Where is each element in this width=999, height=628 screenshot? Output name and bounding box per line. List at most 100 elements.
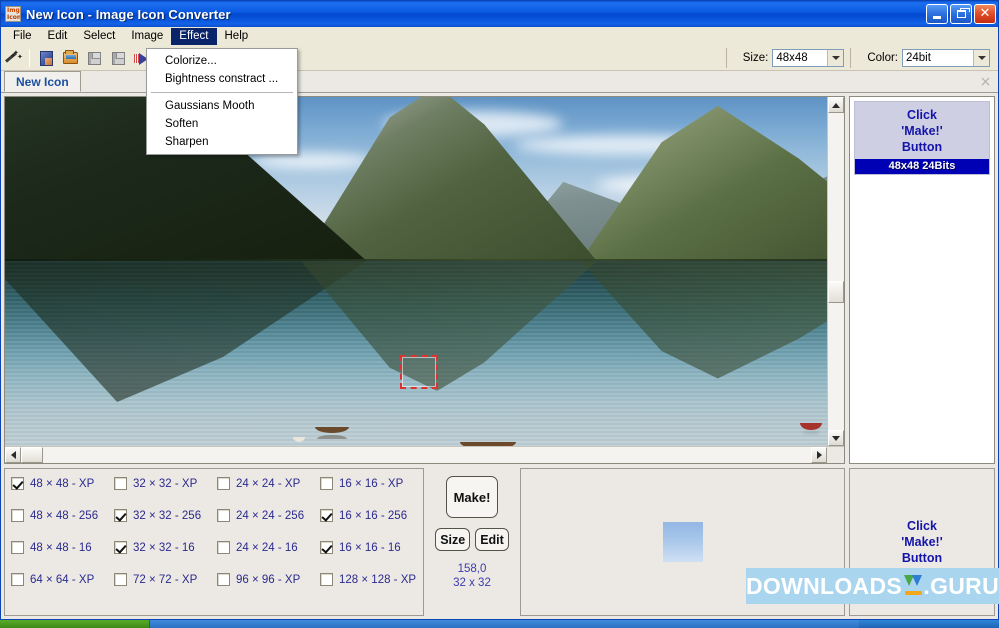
checkbox-box[interactable] — [320, 541, 333, 554]
checkbox-16x16-16[interactable]: 16 × 16 - 16 — [320, 541, 423, 554]
checkbox-label: 48 × 48 - XP — [30, 477, 95, 490]
close-button[interactable]: ✕ — [974, 4, 996, 24]
checkbox-box[interactable] — [320, 509, 333, 522]
menu-help[interactable]: Help — [217, 28, 257, 45]
image-canvas-frame — [4, 96, 845, 464]
selection-marquee[interactable] — [400, 355, 438, 389]
size-select[interactable]: 48x48 — [772, 49, 845, 67]
menu-item-colorize[interactable]: Colorize... — [147, 52, 297, 70]
checkbox-box[interactable] — [217, 573, 230, 586]
color-select[interactable]: 24bit — [902, 49, 990, 67]
checkbox-label: 96 × 96 - XP — [236, 573, 301, 586]
menu-edit[interactable]: Edit — [40, 28, 76, 45]
checkbox-box[interactable] — [11, 541, 24, 554]
close-icon[interactable]: × — [977, 73, 994, 90]
checkbox-24x24-xp[interactable]: 24 × 24 - XP — [217, 477, 320, 490]
checkbox-label: 24 × 24 - 16 — [236, 541, 298, 554]
canvas-horizontal-scrollbar[interactable] — [5, 446, 844, 463]
checkbox-72x72-xp[interactable]: 72 × 72 - XP — [114, 573, 217, 586]
watermark-overlay: DOWNLOADS .GURU — [746, 568, 999, 604]
image-canvas[interactable] — [5, 97, 827, 446]
scroll-down-button[interactable] — [828, 430, 844, 446]
checkbox-box[interactable] — [217, 541, 230, 554]
checkbox-48x48-256[interactable]: 48 × 48 - 256 — [11, 509, 114, 522]
checkbox-box[interactable] — [217, 509, 230, 522]
checkbox-box[interactable] — [114, 509, 127, 522]
open-folder-icon[interactable] — [59, 48, 81, 69]
checkbox-48x48-xp[interactable]: 48 × 48 - XP — [11, 477, 114, 490]
tab-new-icon[interactable]: New Icon — [4, 71, 81, 92]
menu-effect[interactable]: Effect — [171, 27, 217, 45]
minimize-button[interactable] — [926, 4, 948, 24]
scroll-track-vertical[interactable] — [828, 113, 844, 430]
scroll-thumb-horizontal[interactable] — [21, 447, 43, 463]
effect-dropdown-menu: Colorize... Bightness constract ... Gaus… — [146, 48, 298, 155]
menu-item-brightness-contrast[interactable]: Bightness constract ... — [147, 70, 297, 88]
maximize-restore-button[interactable] — [950, 4, 972, 24]
icon-size-checkbox-grid: 48 × 48 - XP 32 × 32 - XP 24 × 24 - XP 1… — [11, 477, 423, 586]
menu-select[interactable]: Select — [75, 28, 123, 45]
checkbox-48x48-16[interactable]: 48 × 48 - 16 — [11, 541, 114, 554]
hint-line-3: Button — [901, 551, 943, 565]
scroll-thumb-vertical[interactable] — [828, 281, 844, 303]
chevron-down-icon[interactable] — [827, 50, 844, 66]
edit-button[interactable]: Edit — [475, 528, 509, 551]
make-stats: 158,0 32 x 32 — [453, 562, 491, 590]
menu-item-sharpen[interactable]: Sharpen — [147, 133, 297, 151]
scroll-track-horizontal[interactable] — [21, 447, 811, 463]
menu-bar: File Edit Select Image Effect Help — [1, 27, 998, 46]
checkbox-box[interactable] — [11, 477, 24, 490]
title-bar: Img Icon New Icon - Image Icon Converter … — [1, 1, 998, 27]
workspace: 48 × 48 - XP 32 × 32 - XP 24 × 24 - XP 1… — [1, 93, 998, 619]
size-label: Size: — [742, 52, 769, 64]
checkbox-box[interactable] — [114, 477, 127, 490]
magic-wand-icon[interactable]: ✦ ✦ ✦ — [2, 48, 24, 69]
start-button[interactable] — [0, 620, 150, 628]
save-icon[interactable] — [83, 48, 105, 69]
checkbox-64x64-xp[interactable]: 64 × 64 - XP — [11, 573, 114, 586]
scroll-right-button[interactable] — [811, 447, 827, 463]
checkbox-label: 16 × 16 - 256 — [339, 509, 408, 522]
checkbox-label: 48 × 48 - 256 — [30, 509, 99, 522]
checkbox-96x96-xp[interactable]: 96 × 96 - XP — [217, 573, 320, 586]
make-button[interactable]: Make! — [446, 476, 498, 518]
checkbox-16x16-xp[interactable]: 16 × 16 - XP — [320, 477, 423, 490]
checkbox-box[interactable] — [320, 573, 333, 586]
menu-item-gaussian-smooth[interactable]: Gaussians Mooth — [147, 97, 297, 115]
watermark-text-after: .GURU — [923, 572, 999, 599]
window-title: New Icon - Image Icon Converter — [26, 6, 231, 22]
size-value: 48x48 — [776, 52, 808, 64]
checkbox-box[interactable] — [114, 541, 127, 554]
icon-list-item[interactable]: Click 'Make!' Button 48x48 24Bits — [854, 101, 990, 175]
checkbox-box[interactable] — [11, 509, 24, 522]
scrollbar-corner — [827, 447, 844, 463]
checkbox-box[interactable] — [114, 573, 127, 586]
hint-line-2: 'Make!' — [901, 124, 943, 138]
menu-image[interactable]: Image — [123, 28, 171, 45]
menu-item-soften[interactable]: Soften — [147, 115, 297, 133]
application-window: Img Icon New Icon - Image Icon Converter … — [0, 0, 999, 620]
checkbox-32x32-xp[interactable]: 32 × 32 - XP — [114, 477, 217, 490]
checkbox-label: 128 × 128 - XP — [339, 573, 417, 586]
right-column: Click 'Make!' Button 48x48 24Bits Click … — [849, 96, 995, 616]
system-tray[interactable] — [859, 620, 999, 628]
checkbox-box[interactable] — [11, 573, 24, 586]
scroll-left-button[interactable] — [5, 447, 21, 463]
checkbox-24x24-256[interactable]: 24 × 24 - 256 — [217, 509, 320, 522]
checkbox-32x32-16[interactable]: 32 × 32 - 16 — [114, 541, 217, 554]
checkbox-box[interactable] — [320, 477, 333, 490]
scroll-up-button[interactable] — [828, 97, 844, 113]
save-as-icon[interactable] — [107, 48, 129, 69]
checkbox-128x128-xp[interactable]: 128 × 128 - XP — [320, 573, 423, 586]
menu-file[interactable]: File — [5, 28, 40, 45]
checkbox-box[interactable] — [217, 477, 230, 490]
canvas-vertical-scrollbar[interactable] — [827, 97, 844, 446]
checkbox-16x16-256[interactable]: 16 × 16 - 256 — [320, 509, 423, 522]
checkbox-32x32-256[interactable]: 32 × 32 - 256 — [114, 509, 217, 522]
checkbox-24x24-16[interactable]: 24 × 24 - 16 — [217, 541, 320, 554]
action-panel: Make! Size Edit 158,0 32 x 32 — [428, 468, 516, 616]
size-button[interactable]: Size — [435, 528, 471, 551]
new-document-icon[interactable] — [35, 48, 57, 69]
chevron-down-icon[interactable] — [973, 50, 989, 66]
hint-line-2: 'Make!' — [901, 535, 943, 549]
